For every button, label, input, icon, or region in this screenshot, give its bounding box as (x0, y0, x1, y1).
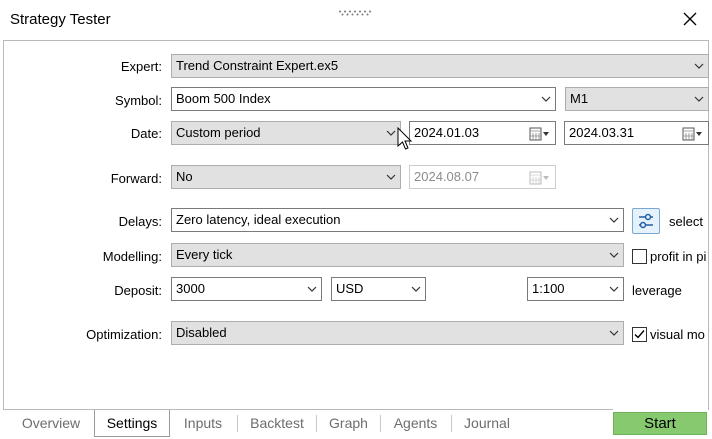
date-from-value: 2024.01.03 (414, 125, 480, 140)
select-label: select (669, 214, 703, 229)
forward-date-picker: 2024.08.07 (409, 165, 556, 189)
timeframe-select[interactable]: M1 (565, 87, 709, 111)
start-button[interactable]: Start (613, 412, 707, 435)
leverage-select[interactable]: 1:100 (527, 277, 624, 301)
expert-select[interactable]: Trend Constraint Expert.ex5 (171, 54, 709, 78)
date-mode-value: Custom period (176, 125, 261, 140)
leverage-label: leverage (632, 283, 682, 298)
chevron-down-icon (386, 174, 396, 180)
symbol-select[interactable]: Boom 500 Index (171, 87, 556, 111)
deposit-label: Deposit: (114, 283, 162, 298)
delays-label: Delays: (118, 214, 162, 229)
chevron-down-icon (694, 63, 704, 69)
calendar-icon (682, 127, 702, 141)
chevron-down-icon (411, 286, 421, 292)
profit-in-pips-label: profit in pi (650, 249, 707, 264)
symbol-value: Boom 500 Index (176, 91, 271, 106)
close-icon (683, 12, 697, 26)
forward-value: No (176, 169, 193, 184)
deposit-value: 3000 (176, 281, 205, 296)
profit-in-pips-checkbox[interactable] (632, 249, 647, 264)
tab-backtest[interactable]: Backtest (238, 410, 316, 437)
tab-settings[interactable]: Settings (94, 410, 170, 437)
calendar-icon (529, 127, 549, 141)
drag-grip-icon[interactable] (338, 10, 374, 16)
tab-overview[interactable]: Overview (7, 410, 95, 437)
bottom-tab-bar: Overview Settings Inputs Backtest Graph … (3, 409, 613, 437)
currency-select[interactable]: USD (331, 277, 426, 301)
expert-label: Expert: (120, 59, 162, 74)
visual-mode-checkbox[interactable] (632, 327, 647, 342)
date-from-picker[interactable]: 2024.01.03 (409, 121, 556, 145)
modelling-value: Every tick (176, 247, 233, 262)
symbol-label: Symbol: (115, 93, 162, 108)
visual-mode-label: visual mo (650, 327, 705, 342)
tab-inputs[interactable]: Inputs (170, 410, 236, 437)
mouse-cursor-icon (397, 127, 413, 150)
timeframe-value: M1 (570, 91, 589, 106)
chevron-down-icon (541, 96, 551, 102)
chevron-down-icon (609, 286, 619, 292)
deposit-select[interactable]: 3000 (171, 277, 322, 301)
delay-settings-button[interactable] (632, 208, 660, 234)
tab-graph[interactable]: Graph (317, 410, 380, 437)
date-to-value: 2024.03.31 (569, 125, 635, 140)
chevron-down-icon (386, 130, 396, 136)
tab-agents[interactable]: Agents (381, 410, 450, 437)
forward-select[interactable]: No (171, 165, 401, 189)
optimization-value: Disabled (176, 325, 227, 340)
delays-select[interactable]: Zero latency, ideal execution (171, 208, 624, 232)
modelling-select[interactable]: Every tick (171, 243, 624, 267)
chevron-down-icon (609, 217, 619, 223)
window-title: Strategy Tester (10, 11, 111, 28)
delays-value: Zero latency, ideal execution (176, 212, 341, 227)
forward-label: Forward: (110, 171, 162, 186)
chevron-down-icon (307, 286, 317, 292)
forward-date-value: 2024.08.07 (414, 169, 480, 184)
optimization-label: Optimization: (86, 327, 162, 342)
chevron-down-icon (609, 252, 619, 258)
chevron-down-icon (694, 96, 704, 102)
date-mode-select[interactable]: Custom period (171, 121, 401, 145)
date-to-picker[interactable]: 2024.03.31 (564, 121, 709, 145)
expert-value: Trend Constraint Expert.ex5 (176, 58, 339, 73)
currency-value: USD (336, 281, 364, 296)
date-label: Date: (130, 126, 162, 141)
tab-journal[interactable]: Journal (452, 410, 522, 437)
checkmark-icon (634, 330, 645, 339)
optimization-select[interactable]: Disabled (171, 321, 624, 345)
leverage-value: 1:100 (532, 281, 565, 296)
sliders-icon (639, 213, 653, 229)
chevron-down-icon (609, 330, 619, 336)
calendar-icon (529, 171, 549, 185)
close-button[interactable] (674, 4, 706, 34)
modelling-label: Modelling: (102, 249, 162, 264)
